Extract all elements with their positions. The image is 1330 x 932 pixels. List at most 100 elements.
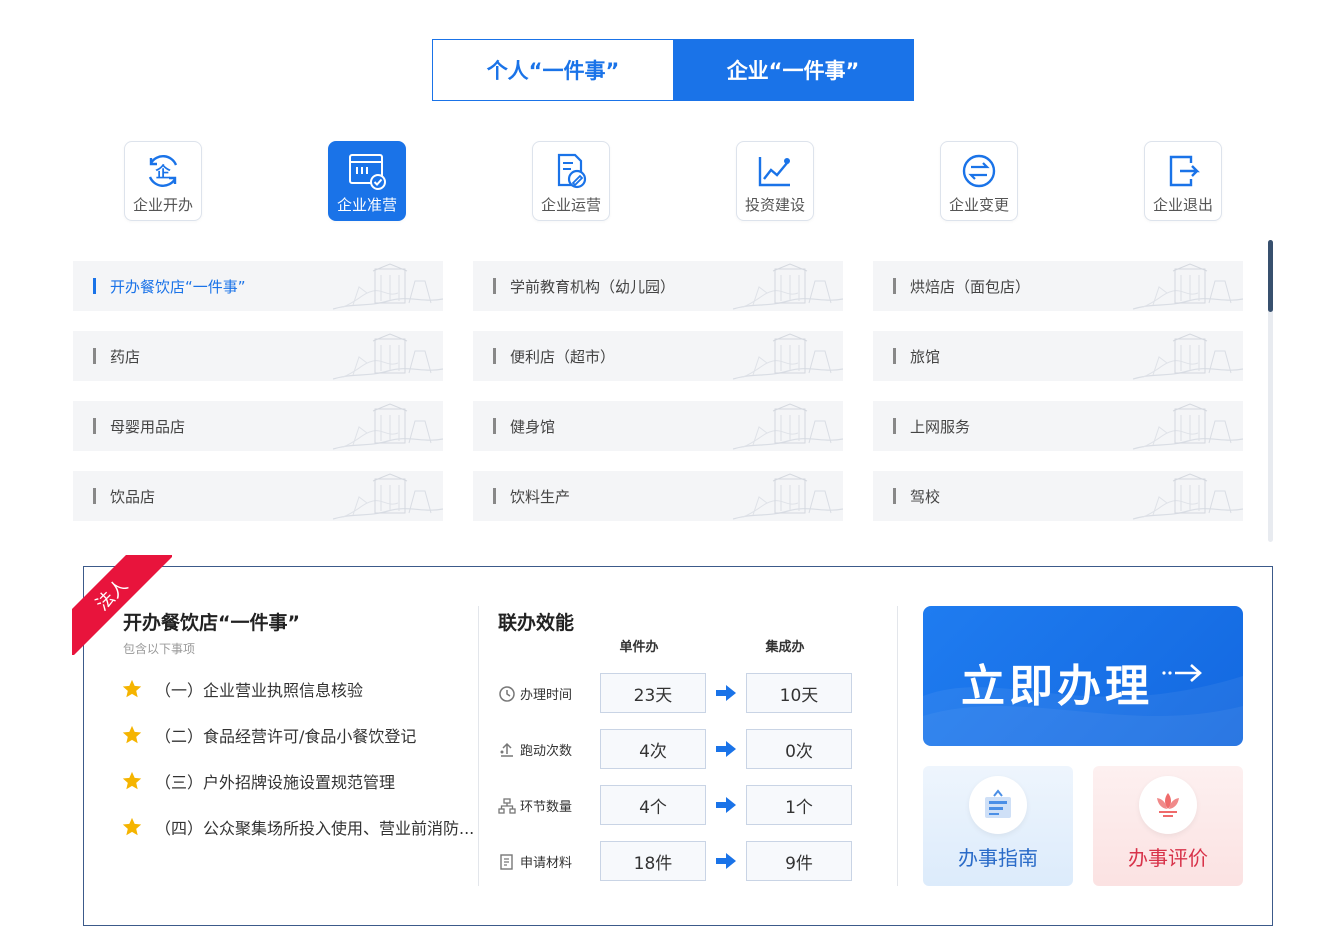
guide-icon-circle — [969, 776, 1027, 834]
service-item[interactable]: 健身馆 — [473, 401, 843, 451]
efficiency-row-label: 办理时间 — [498, 684, 572, 703]
building-watermark-decoration — [1133, 473, 1243, 520]
divider — [478, 606, 479, 886]
sub-item-label: （四）公众聚集场所投入使用、营业前消防... — [155, 819, 475, 838]
building-watermark-decoration — [733, 403, 843, 450]
star-icon — [122, 679, 142, 698]
sub-item-label: （三）户外招牌设施设置规范管理 — [155, 773, 396, 792]
category-enterprise-operation[interactable]: 企业运营 — [532, 141, 610, 221]
item-marker — [893, 278, 896, 294]
efficiency-title: 联办效能 — [498, 612, 575, 634]
category-label: 企业变更 — [948, 196, 1009, 214]
guide-label: 办事指南 — [958, 846, 1038, 870]
sub-item: （二）食品经营许可/食品小餐饮登记 — [121, 723, 416, 747]
item-marker — [893, 488, 896, 504]
scrollbar-thumb[interactable] — [1268, 240, 1273, 312]
single-value-box: 18件 — [600, 841, 706, 881]
column-header-single: 单件办 — [619, 640, 659, 655]
row-label-text: 环节数量 — [520, 800, 573, 815]
single-value-box: 23天 — [600, 673, 706, 713]
building-watermark-decoration — [1133, 333, 1243, 380]
efficiency-row-label: 跑动次数 — [498, 740, 572, 759]
service-rating-card[interactable]: 办事评价 — [1093, 766, 1243, 886]
sub-item: （三）户外招牌设施设置规范管理 — [121, 769, 395, 793]
service-item-label: 饮料生产 — [510, 487, 571, 506]
building-watermark-decoration — [333, 403, 443, 450]
tab-enterprise[interactable]: 企业“一件事” — [673, 40, 913, 100]
service-item-label: 学前教育机构（幼儿园） — [510, 277, 676, 296]
scrollbar[interactable] — [1268, 240, 1273, 542]
arrow-right-icon — [1162, 664, 1202, 682]
rating-label: 办事评价 — [1128, 846, 1208, 870]
building-watermark-decoration — [333, 263, 443, 310]
item-marker — [493, 418, 496, 434]
service-item-label: 开办餐饮店“一件事” — [110, 277, 246, 296]
document-icon — [500, 853, 513, 870]
row-label-text: 跑动次数 — [520, 744, 573, 759]
service-item[interactable]: 学前教育机构（幼儿园） — [473, 261, 843, 311]
row-label-text: 办理时间 — [520, 688, 573, 703]
building-watermark-decoration — [1133, 403, 1243, 450]
service-item-label: 母婴用品店 — [110, 417, 186, 436]
flow-icon — [498, 797, 516, 814]
tab-personal[interactable]: 个人“一件事” — [433, 40, 673, 100]
exit-icon — [1169, 155, 1200, 187]
service-item[interactable]: 上网服务 — [873, 401, 1243, 451]
service-item[interactable]: 母婴用品店 — [73, 401, 443, 451]
detail-title: 开办餐饮店“一件事” — [123, 612, 300, 634]
service-item-label: 驾校 — [910, 487, 941, 506]
building-watermark-decoration — [1133, 263, 1243, 310]
divider — [897, 606, 898, 886]
investment-chart-icon — [758, 157, 790, 187]
item-marker — [493, 348, 496, 364]
star-icon — [122, 725, 142, 744]
service-guide-card[interactable]: 办事指南 — [923, 766, 1073, 886]
integrated-value-box: 10天 — [746, 673, 852, 713]
item-marker — [93, 418, 96, 434]
service-item-label: 便利店（超市） — [510, 347, 616, 366]
category-enterprise-exit[interactable]: 企业退出 — [1144, 141, 1222, 221]
service-item[interactable]: 驾校 — [873, 471, 1243, 521]
service-type-toggle: 个人“一件事” 企业“一件事” — [432, 39, 914, 101]
apply-now-label: 立即办理 — [961, 661, 1153, 712]
category-label: 企业退出 — [1152, 196, 1213, 214]
service-item[interactable]: 旅馆 — [873, 331, 1243, 381]
building-watermark-decoration — [733, 473, 843, 520]
service-item[interactable]: 便利店（超市） — [473, 331, 843, 381]
guide-sign-icon — [985, 789, 1011, 818]
item-marker — [93, 488, 96, 504]
service-item[interactable]: 烘焙店（面包店） — [873, 261, 1243, 311]
category-enterprise-change[interactable]: 企业变更 — [940, 141, 1018, 221]
enterprise-operation-icon — [557, 153, 587, 189]
service-item-label: 旅馆 — [910, 347, 941, 366]
lotus-icon — [1157, 793, 1179, 817]
efficiency-row-label: 环节数量 — [498, 796, 572, 815]
building-watermark-decoration — [333, 333, 443, 380]
category-investment[interactable]: 投资建设 — [736, 141, 814, 221]
efficiency-row-label: 申请材料 — [498, 852, 572, 871]
apply-now-button[interactable]: 立即办理 — [923, 606, 1243, 746]
service-item-label: 烘焙店（面包店） — [910, 277, 1031, 296]
column-header-integrated: 集成办 — [765, 640, 805, 655]
star-icon — [122, 771, 142, 790]
service-item[interactable]: 饮品店 — [73, 471, 443, 521]
building-watermark-decoration — [733, 263, 843, 310]
integrated-value-box: 0次 — [746, 729, 852, 769]
sub-item-label: （二）食品经营许可/食品小餐饮登记 — [155, 727, 417, 746]
category-enterprise-start[interactable]: 企 企业开办 — [124, 141, 202, 221]
enterprise-start-icon: 企 — [148, 155, 178, 187]
service-item[interactable]: 饮料生产 — [473, 471, 843, 521]
service-item[interactable]: 开办餐饮店“一件事” — [73, 261, 443, 311]
category-enterprise-permit[interactable]: 企业准营 — [328, 141, 406, 221]
service-item-label: 健身馆 — [510, 417, 556, 436]
service-item-label: 上网服务 — [910, 417, 971, 436]
sub-item-label: （一）企业营业执照信息核验 — [155, 681, 364, 700]
row-label-text: 申请材料 — [520, 856, 573, 871]
arrow-right-icon — [715, 739, 737, 763]
item-marker — [893, 418, 896, 434]
item-marker — [93, 278, 96, 294]
category-label: 企业开办 — [132, 196, 193, 214]
category-label: 投资建设 — [744, 196, 805, 214]
category-label: 企业运营 — [540, 196, 601, 214]
service-item[interactable]: 药店 — [73, 331, 443, 381]
